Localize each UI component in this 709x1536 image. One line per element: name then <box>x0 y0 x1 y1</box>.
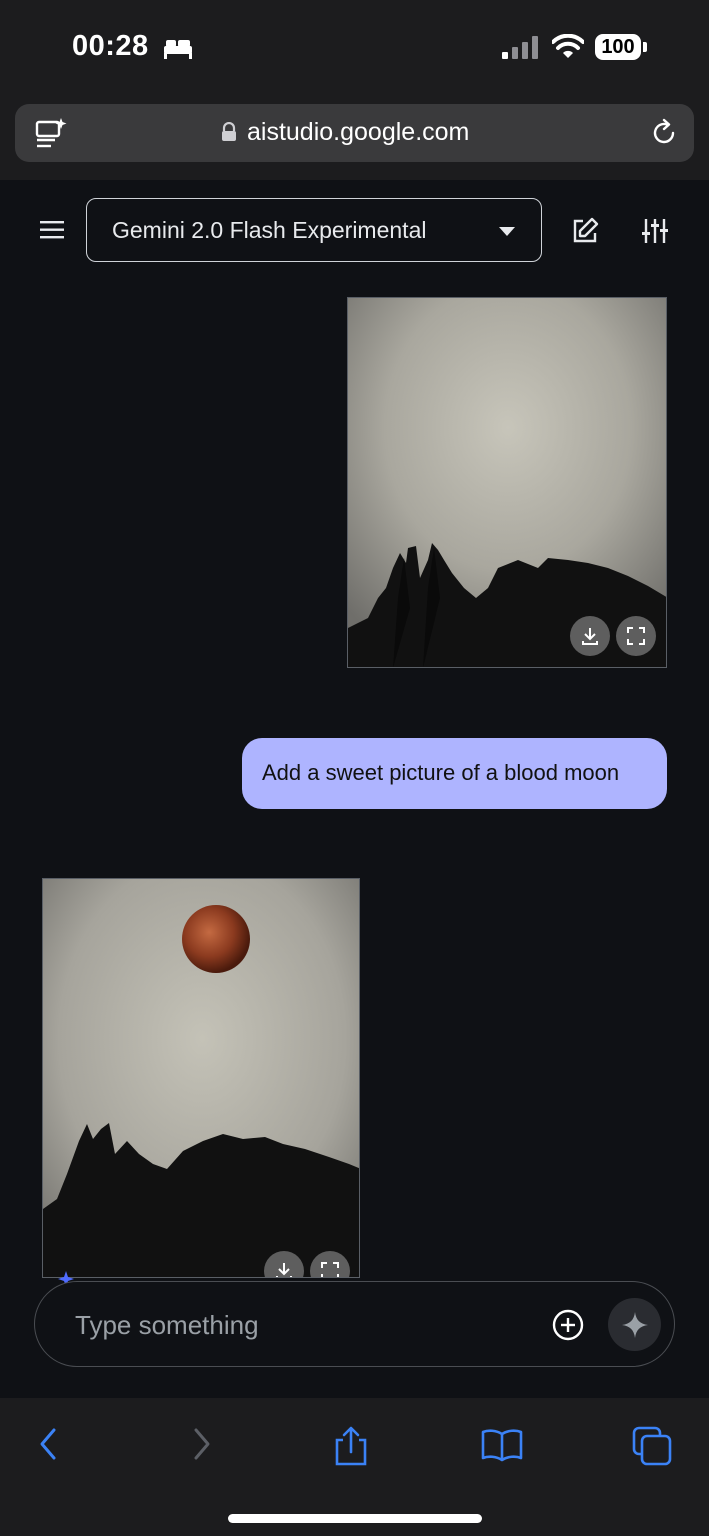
tune-settings-icon[interactable] <box>640 216 670 251</box>
share-icon[interactable] <box>333 1426 369 1471</box>
user-message-text: Add a sweet picture of a blood moon <box>262 760 620 785</box>
user-message-bubble: Add a sweet picture of a blood moon <box>242 738 667 809</box>
prompt-input[interactable] <box>73 1304 517 1346</box>
reader-mode-icon[interactable] <box>33 116 69 155</box>
menu-icon[interactable] <box>36 218 68 247</box>
home-indicator <box>228 1514 482 1523</box>
battery-icon <box>643 42 647 52</box>
run-spark-button[interactable] <box>608 1298 661 1351</box>
reload-icon[interactable] <box>649 118 679 153</box>
generated-image[interactable] <box>42 878 360 1278</box>
download-image-button[interactable] <box>570 616 610 656</box>
browser-chrome: aistudio.google.com <box>0 96 709 180</box>
fullscreen-image-button[interactable] <box>616 616 656 656</box>
address-bar[interactable]: aistudio.google.com <box>15 104 694 162</box>
add-attachment-icon[interactable] <box>551 1308 585 1347</box>
lock-icon <box>221 121 237 147</box>
battery-level: 100 <box>595 34 641 60</box>
app-header: Gemini 2.0 Flash Experimental <box>0 180 709 280</box>
forward-chevron-icon[interactable] <box>188 1426 216 1467</box>
wifi-icon <box>551 33 585 65</box>
dropdown-caret-icon <box>499 227 515 236</box>
prompt-composer <box>34 1281 675 1367</box>
cellular-signal-icon <box>502 36 542 65</box>
uploaded-image[interactable] <box>347 297 667 668</box>
sleep-bed-icon <box>162 36 194 65</box>
model-selector-label: Gemini 2.0 Flash Experimental <box>112 217 427 243</box>
back-chevron-icon[interactable] <box>34 1426 62 1467</box>
url-text: aistudio.google.com <box>247 118 470 146</box>
status-time: 00:28 <box>72 30 149 62</box>
model-selector[interactable]: Gemini 2.0 Flash Experimental <box>86 198 542 262</box>
tabs-overview-icon[interactable] <box>632 1426 672 1471</box>
status-bar: 00:28 100 <box>0 0 709 96</box>
new-chat-edit-icon[interactable] <box>570 216 600 251</box>
bookmarks-book-icon[interactable] <box>480 1426 524 1467</box>
